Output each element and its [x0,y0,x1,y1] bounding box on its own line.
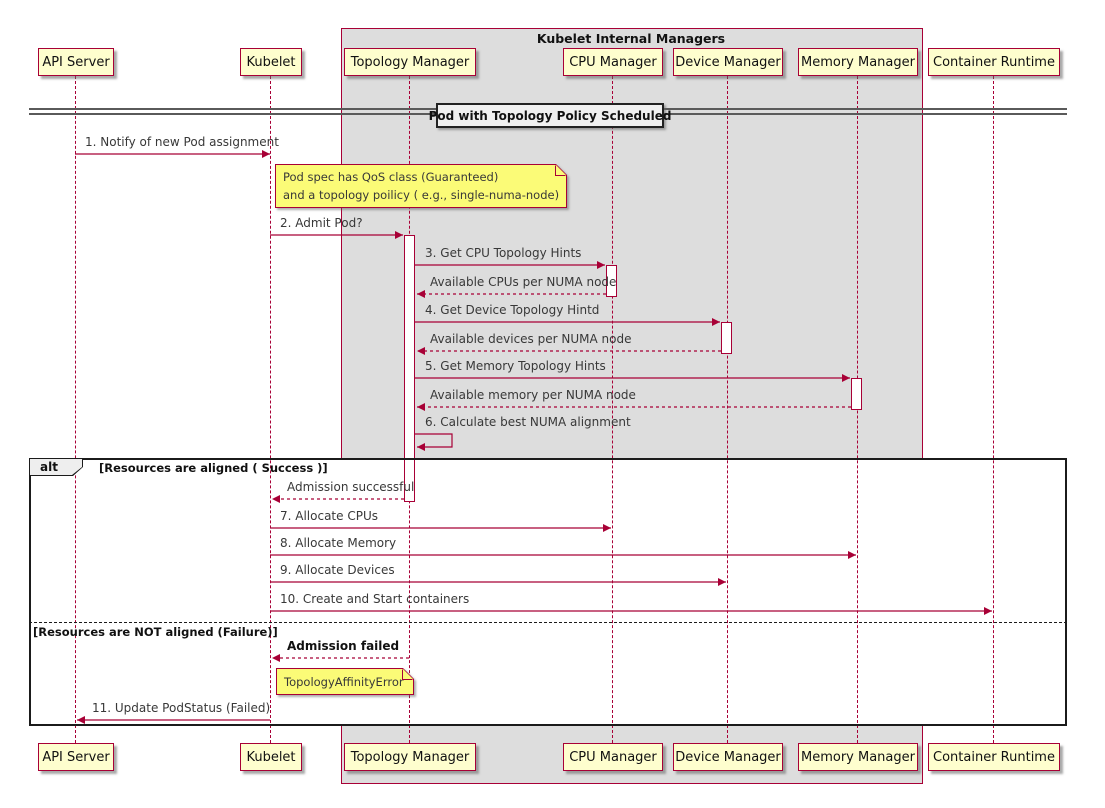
message-label-2: 2. Admit Pod? [280,216,363,230]
alt-frame-background [29,458,1067,726]
participant-bottom-kubelet: Kubelet [240,743,302,771]
message-label-1: 1. Notify of new Pod assignment [85,135,279,149]
message-label-admission-failed: Admission failed [287,639,399,653]
participant-top-api-server: API Server [38,48,114,76]
message-label-11: 11. Update PodStatus (Failed) [92,701,270,715]
message-label-4: 4. Get Device Topology Hintd [425,303,599,317]
divider-label: Pod with Topology Policy Scheduled [436,103,664,128]
activation-memory-manager [851,378,862,410]
participant-bottom-memory-manager: Memory Manager [798,743,918,771]
message-label-9: 9. Allocate Devices [280,563,395,577]
activation-device-manager [721,322,732,354]
participant-top-topology-manager: Topology Manager [344,48,476,76]
alt-frame-pentagon: alt [29,458,83,476]
alt-guard-success: [Resources are aligned ( Success )] [99,461,328,475]
participant-top-memory-manager: Memory Manager [798,48,918,76]
message-label-8: 8. Allocate Memory [280,536,396,550]
note-line: TopologyAffinityError [284,673,400,691]
group-box-title: Kubelet Internal Managers [341,31,921,46]
message-label-5: 5. Get Memory Topology Hints [425,359,606,373]
participant-top-container-runtime: Container Runtime [928,48,1060,76]
lifeline-api-server [75,76,76,743]
note-line: and a topology poilicy ( e.g., single-nu… [283,186,553,204]
participant-bottom-container-runtime: Container Runtime [928,743,1060,771]
note-topology-affinity-error: TopologyAffinityError [276,668,414,695]
participant-bottom-topology-manager: Topology Manager [344,743,476,771]
alt-label: alt [30,459,82,475]
message-label-6: 6. Calculate best NUMA alignment [425,415,631,429]
participant-bottom-device-manager: Device Manager [673,743,783,771]
note-pod-spec: Pod spec has QoS class (Guaranteed) and … [275,164,567,208]
message-label-return-memory: Available memory per NUMA node [430,388,636,402]
message-label-10: 10. Create and Start containers [280,592,469,606]
message-label-7: 7. Allocate CPUs [280,509,378,523]
message-label-3: 3. Get CPU Topology Hints [425,246,581,260]
message-label-return-device: Available devices per NUMA node [430,332,631,346]
participant-bottom-cpu-manager: CPU Manager [563,743,663,771]
message-label-admission-successful: Admission successful [287,480,414,494]
lifeline-kubelet [270,76,271,743]
alt-else-divider [29,622,1067,623]
note-line: Pod spec has QoS class (Guaranteed) [283,168,553,186]
alt-guard-failure: [Resources are NOT aligned (Failure)] [33,625,278,639]
lifeline-cpu-manager [612,76,613,743]
participant-bottom-api-server: API Server [38,743,114,771]
participant-top-cpu-manager: CPU Manager [563,48,663,76]
lifeline-container-runtime [993,76,994,743]
participant-top-kubelet: Kubelet [240,48,302,76]
message-label-return-cpu: Available CPUs per NUMA node [430,275,616,289]
activation-topology-manager [404,235,415,502]
participant-top-device-manager: Device Manager [673,48,783,76]
sequence-diagram: Kubelet Internal Managers Pod with Topol… [0,0,1105,808]
lifeline-device-manager [727,76,728,743]
